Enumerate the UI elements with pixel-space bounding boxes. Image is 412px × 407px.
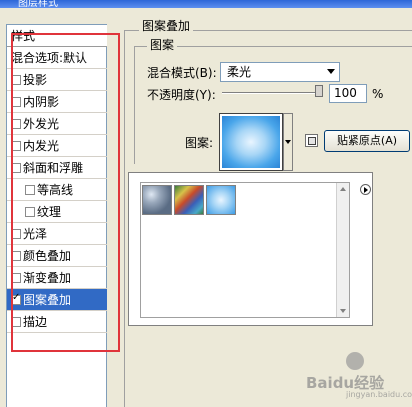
style-checkbox[interactable]	[11, 74, 21, 85]
blend-mode-select[interactable]: 柔光	[220, 62, 340, 82]
window-titlebar: 图层样式	[0, 0, 412, 8]
style-item-9[interactable]: 渐变叠加	[7, 267, 107, 289]
snap-to-origin-button[interactable]: 贴紧原点(A)	[324, 130, 410, 152]
style-item-8[interactable]: 颜色叠加	[7, 245, 107, 267]
style-checkbox[interactable]	[11, 118, 21, 129]
scroll-down-icon[interactable]	[340, 309, 346, 313]
style-item-label: 外发光	[23, 117, 60, 131]
style-item-label: 渐变叠加	[23, 271, 72, 285]
opacity-input[interactable]: 100	[329, 84, 367, 103]
blend-mode-label: 混合模式(B):	[147, 66, 217, 80]
baidu-watermark: Baidu经验 jingyan.baidu.com	[306, 352, 412, 402]
blend-mode-value: 柔光	[227, 65, 252, 79]
style-item-label: 斜面和浮雕	[23, 161, 84, 175]
opacity-unit: %	[372, 87, 384, 101]
style-item-label: 图案叠加	[23, 293, 72, 307]
style-item-label: 纹理	[37, 205, 62, 219]
pattern-overlay-title: 图案叠加	[139, 19, 194, 33]
style-item-label: 内阴影	[23, 95, 60, 109]
styles-header[interactable]: 样式	[7, 25, 107, 47]
scroll-up-icon[interactable]	[340, 187, 346, 191]
style-checkbox[interactable]	[25, 206, 35, 217]
styles-list: 样式 混合选项:默认投影内阴影外发光内发光斜面和浮雕等高线纹理光泽颜色叠加渐变叠…	[6, 24, 107, 407]
blend-options-default[interactable]: 混合选项:默认	[7, 47, 107, 69]
style-checkbox[interactable]	[25, 184, 35, 195]
style-checkbox[interactable]	[11, 96, 21, 107]
style-item-2[interactable]: 外发光	[7, 113, 107, 135]
picker-scrollbar[interactable]	[336, 183, 349, 317]
pattern-label: 图案:	[185, 136, 214, 150]
style-item-11[interactable]: 描边	[7, 311, 107, 333]
pattern-thumb-rainbow[interactable]	[174, 185, 204, 215]
watermark-sub: jingyan.baidu.com	[346, 390, 412, 399]
style-item-0[interactable]: 投影	[7, 69, 107, 91]
style-item-1[interactable]: 内阴影	[7, 91, 107, 113]
opacity-slider-track[interactable]	[222, 92, 322, 94]
baidu-paw-icon	[346, 352, 364, 370]
picker-menu-icon[interactable]	[360, 184, 371, 195]
style-item-7[interactable]: 光泽	[7, 223, 107, 245]
style-checkbox[interactable]	[11, 272, 21, 283]
style-checkbox[interactable]	[11, 228, 21, 239]
style-item-4[interactable]: 斜面和浮雕	[7, 157, 107, 179]
chevron-down-icon	[327, 69, 335, 74]
style-item-10[interactable]: 图案叠加	[7, 289, 107, 311]
pattern-thumb-blue[interactable]	[206, 185, 236, 215]
style-checkbox[interactable]	[11, 292, 21, 305]
pattern-dropdown-button[interactable]	[283, 113, 293, 171]
style-item-5[interactable]: 等高线	[7, 179, 107, 201]
pattern-preview-image	[222, 116, 280, 168]
opacity-slider-thumb[interactable]	[315, 85, 323, 97]
pattern-sub-title: 图案	[147, 38, 178, 52]
style-item-label: 光泽	[23, 227, 48, 241]
style-item-label: 投影	[23, 73, 48, 87]
pattern-swatch[interactable]	[219, 113, 283, 171]
style-checkbox[interactable]	[11, 162, 21, 173]
style-checkbox[interactable]	[11, 250, 21, 261]
style-item-label: 内发光	[23, 139, 60, 153]
opacity-label: 不透明度(Y):	[147, 88, 216, 102]
style-item-label: 等高线	[37, 183, 74, 197]
new-preset-icon[interactable]	[305, 134, 318, 147]
style-item-label: 描边	[23, 315, 48, 329]
style-item-6[interactable]: 纹理	[7, 201, 107, 223]
style-checkbox[interactable]	[11, 140, 21, 151]
pattern-thumb-bubbles[interactable]	[142, 185, 172, 215]
style-item-3[interactable]: 内发光	[7, 135, 107, 157]
chevron-down-icon	[285, 140, 291, 144]
style-checkbox[interactable]	[11, 316, 21, 327]
style-item-label: 颜色叠加	[23, 249, 72, 263]
